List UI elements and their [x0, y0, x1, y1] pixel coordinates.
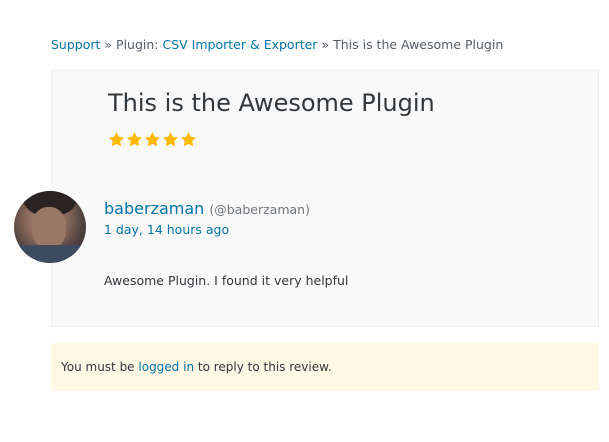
login-notice: You must be logged in to reply to this r… [51, 343, 599, 391]
breadcrumb-separator: » [321, 37, 330, 52]
login-link[interactable]: logged in [138, 360, 194, 374]
author-line: baberzaman (@baberzaman) [104, 199, 310, 218]
star-filled-icon [108, 131, 125, 148]
star-rating [108, 131, 197, 148]
avatar-shirt [14, 245, 86, 263]
review-body: Awesome Plugin. I found it very helpful [104, 273, 349, 288]
breadcrumb-plugin-link[interactable]: CSV Importer & Exporter [163, 37, 318, 52]
star-filled-icon [180, 131, 197, 148]
review-title: This is the Awesome Plugin [108, 89, 435, 117]
notice-suffix: to reply to this review. [194, 360, 332, 374]
breadcrumb-plugin-prefix: Plugin: [116, 37, 163, 52]
star-filled-icon [144, 131, 161, 148]
author-handle: (@baberzaman) [209, 202, 310, 217]
avatar[interactable] [14, 191, 86, 263]
author-name-link[interactable]: baberzaman [104, 199, 204, 218]
breadcrumb-current: This is the Awesome Plugin [333, 37, 504, 52]
breadcrumb-separator: » [104, 37, 113, 52]
star-filled-icon [162, 131, 179, 148]
avatar-face [32, 207, 66, 249]
notice-prefix: You must be [61, 360, 139, 374]
notice-text: You must be logged in to reply to this r… [61, 360, 332, 374]
breadcrumb-support-link[interactable]: Support [51, 37, 100, 52]
breadcrumb: Support » Plugin: CSV Importer & Exporte… [51, 37, 503, 52]
star-filled-icon [126, 131, 143, 148]
review-timestamp-link[interactable]: 1 day, 14 hours ago [104, 222, 229, 237]
